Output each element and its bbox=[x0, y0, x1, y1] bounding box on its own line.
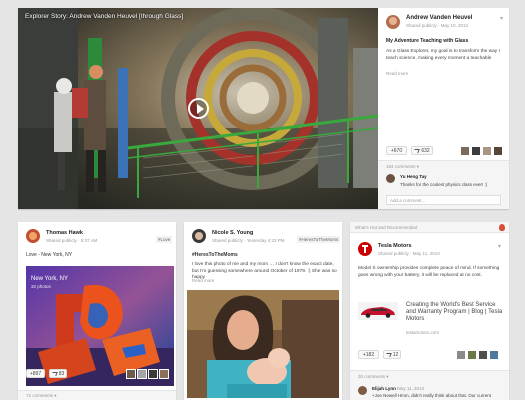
overflow-menu[interactable]: ▾ bbox=[500, 15, 503, 22]
avatar[interactable] bbox=[26, 229, 40, 243]
post-date[interactable]: May 10, 2013 bbox=[441, 23, 468, 28]
comments-section: 30 comments ▾ Elijah Lynn May 11, 2013 +… bbox=[350, 370, 509, 400]
share-button[interactable]: 632 bbox=[411, 146, 433, 155]
mother-and-baby-image bbox=[187, 290, 339, 398]
avatar[interactable] bbox=[192, 229, 206, 243]
author-name[interactable]: Andrew Vanden Heuvel bbox=[406, 15, 472, 21]
comment-author[interactable]: Yu Heng Tay bbox=[400, 174, 427, 179]
photo-album[interactable]: New York, NY 32 photos bbox=[26, 266, 174, 386]
album-count: 32 photos bbox=[31, 284, 51, 289]
hot-icon bbox=[499, 224, 505, 231]
video-post-card: Explorer Story: Andrew Vanden Heuvel [th… bbox=[18, 8, 509, 209]
plusoner-avatar[interactable] bbox=[460, 146, 470, 156]
comments-count[interactable]: 72 comments ▾ bbox=[26, 393, 57, 399]
post-visibility: Shared publicly · May 10, 2013 bbox=[406, 23, 469, 28]
comments-section: 72 comments ▾ bbox=[18, 390, 176, 400]
post-visibility: Shared publicly · Yesterday 4:23 PM bbox=[212, 238, 285, 243]
add-comment-input[interactable]: Add a comment... bbox=[386, 195, 501, 205]
comments-count[interactable]: 184 comments ▾ bbox=[386, 164, 419, 170]
comment-text: Thanks for the coolest physics class eve… bbox=[400, 182, 488, 187]
comment-header: Elijah Lynn May 11, 2013 bbox=[372, 386, 424, 391]
play-button[interactable] bbox=[188, 98, 209, 119]
post-photo[interactable] bbox=[187, 290, 339, 398]
avatar[interactable] bbox=[358, 386, 367, 395]
link-preview-image[interactable] bbox=[358, 302, 398, 320]
plusoner-avatar[interactable] bbox=[159, 369, 169, 379]
plusoner-avatar[interactable] bbox=[478, 350, 488, 360]
video-thumbnail[interactable]: Explorer Story: Andrew Vanden Heuvel [th… bbox=[18, 8, 378, 209]
plus-one-button[interactable]: +670 bbox=[386, 146, 407, 155]
plusoner-avatar[interactable] bbox=[482, 146, 492, 156]
share-icon bbox=[413, 148, 421, 153]
comments-section: 184 comments ▾ Yu Heng Tay Thanks for th… bbox=[378, 160, 509, 209]
plusoner-avatar[interactable] bbox=[489, 350, 499, 360]
author-name[interactable]: Nicole S. Young bbox=[212, 230, 253, 236]
comment-author[interactable]: Elijah Lynn bbox=[372, 386, 396, 391]
section-title: What's Hot and Recommended bbox=[355, 225, 418, 230]
plusoner-avatar[interactable] bbox=[126, 369, 136, 379]
comment-date: May 11, 2013 bbox=[397, 386, 425, 391]
plusoner-avatar[interactable] bbox=[456, 350, 466, 360]
play-icon bbox=[197, 104, 204, 114]
post-hashtag[interactable]: #HeresToTheMoms bbox=[192, 252, 238, 258]
post-card-tesla: What's Hot and Recommended Tesla Motors … bbox=[350, 222, 509, 400]
video-title[interactable]: Explorer Story: Andrew Vanden Heuvel [th… bbox=[25, 13, 183, 20]
share-icon bbox=[50, 371, 58, 376]
hashtag-chip[interactable]: #HeresToTheMoms bbox=[297, 236, 341, 243]
share-button[interactable]: 12 bbox=[383, 350, 401, 359]
link-domain[interactable]: teslamotors.com bbox=[406, 330, 439, 335]
post-heading: My Adventure Teaching with Glass bbox=[386, 38, 469, 44]
plus-one-button[interactable]: +897 bbox=[26, 369, 45, 378]
hashtag-chip[interactable]: #Love bbox=[156, 236, 173, 243]
car-image bbox=[361, 307, 395, 318]
album-title[interactable]: New York, NY bbox=[31, 276, 68, 282]
post-card-thomas: Thomas Hawk Shared publicly · 5:37 AM #L… bbox=[18, 222, 176, 400]
author-name[interactable]: Thomas Hawk bbox=[46, 230, 83, 236]
plusoner-avatar[interactable] bbox=[467, 350, 477, 360]
read-more-link[interactable]: Read more bbox=[192, 278, 214, 283]
plusoner-avatar[interactable] bbox=[471, 146, 481, 156]
author-name[interactable]: Tesla Motors bbox=[378, 243, 412, 249]
avatar[interactable] bbox=[386, 15, 400, 29]
avatar[interactable] bbox=[358, 242, 372, 256]
post-visibility: Shared publicly · 5:37 AM bbox=[46, 238, 98, 243]
plus-one-button[interactable]: +182 bbox=[358, 350, 379, 359]
post-text: Love - New York, NY bbox=[26, 252, 73, 258]
read-more-link[interactable]: Read more bbox=[386, 71, 408, 76]
comment-text: +Joe Newell Hmm, didn't really think abo… bbox=[372, 393, 492, 398]
share-button[interactable]: 83 bbox=[49, 369, 67, 378]
link-title[interactable]: Creating the World's Best Service and Wa… bbox=[406, 302, 504, 323]
plusoner-avatar[interactable] bbox=[493, 146, 503, 156]
avatar[interactable] bbox=[386, 174, 395, 183]
section-header: What's Hot and Recommended bbox=[350, 222, 509, 233]
share-icon bbox=[384, 352, 392, 357]
post-visibility: Shared publicly · May 11, 2013 bbox=[378, 251, 440, 256]
plusoner-avatar[interactable] bbox=[137, 369, 147, 379]
post-body: As a Glass Explorer, my goal is to trans… bbox=[386, 49, 500, 61]
post-card-nicole: Nicole S. Young Shared publicly · Yester… bbox=[184, 222, 342, 400]
plusoner-avatar[interactable] bbox=[148, 369, 158, 379]
comments-count[interactable]: 30 comments ▾ bbox=[358, 374, 389, 380]
overflow-menu[interactable]: ▾ bbox=[498, 243, 501, 250]
post-body: Model S ownership provides complete peac… bbox=[358, 266, 500, 278]
